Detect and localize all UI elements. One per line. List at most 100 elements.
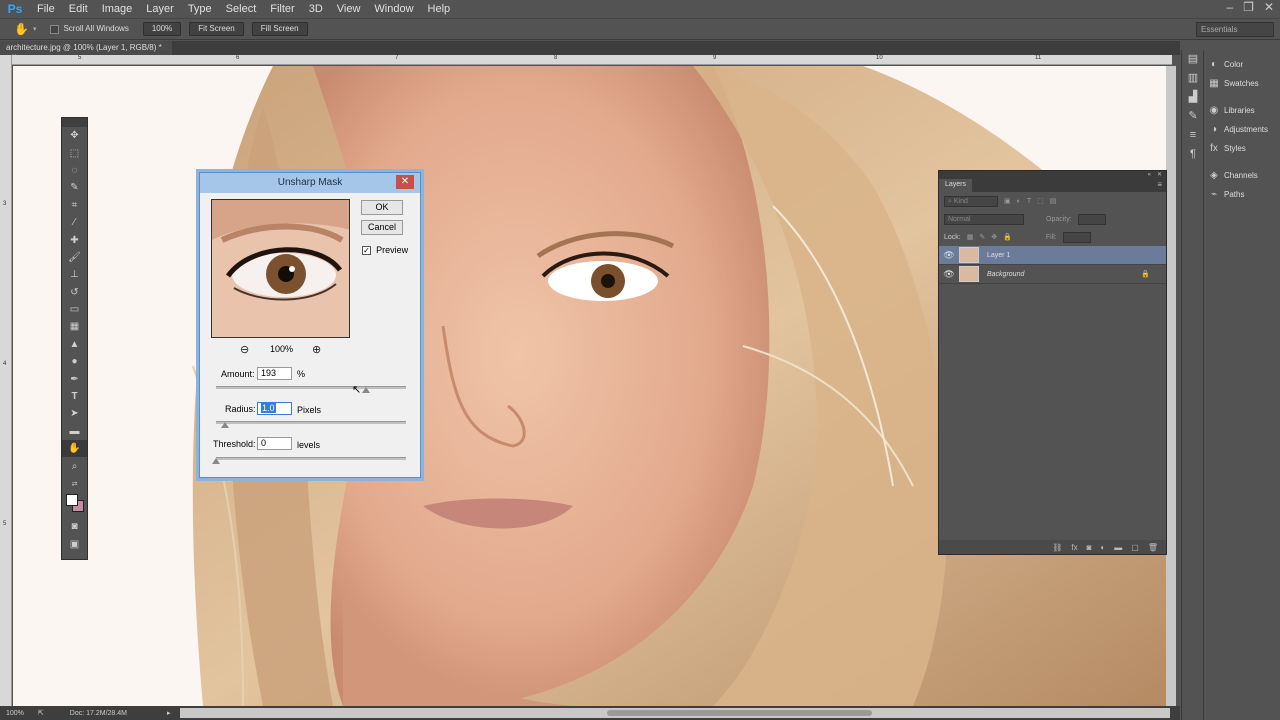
filter-adjustment-icon[interactable]: ◐ (1017, 198, 1021, 205)
dock-item-styles[interactable]: fx Styles (1204, 139, 1280, 158)
menu-select[interactable]: Select (219, 3, 264, 15)
amount-slider-track[interactable] (216, 386, 406, 389)
horizontal-scroll-thumb[interactable] (607, 710, 872, 716)
tab-layers[interactable]: Layers (939, 179, 973, 192)
link-layers-icon[interactable]: ⛓ (1052, 543, 1062, 552)
threshold-slider-thumb[interactable] (212, 458, 220, 464)
zoom-out-icon[interactable]: ⊖ (240, 343, 249, 356)
paragraph-panel-icon[interactable]: ¶ (1182, 145, 1204, 164)
quick-mask-icon[interactable]: ◙ (62, 518, 87, 535)
menu-file[interactable]: File (30, 3, 62, 15)
brush-tool-icon[interactable]: 🖌 (62, 249, 87, 266)
screen-mode-icon[interactable]: ▣ (62, 536, 87, 553)
histogram-panel-icon[interactable]: ▟ (1182, 88, 1204, 107)
layer-row-layer-1[interactable]: 👁 Layer 1 (939, 246, 1166, 265)
dialog-close-icon[interactable]: ✕ (396, 175, 414, 189)
fill-field[interactable] (1062, 231, 1091, 243)
zoom-tool-icon[interactable]: ⌕ (62, 457, 87, 474)
character-panel-icon[interactable]: ≡ (1182, 126, 1204, 145)
radius-slider-thumb[interactable] (221, 422, 229, 428)
menu-help[interactable]: Help (421, 3, 458, 15)
fill-screen-button[interactable]: Fill Screen (251, 22, 308, 36)
cancel-button[interactable]: Cancel (361, 220, 403, 235)
menu-filter[interactable]: Filter (263, 3, 301, 15)
eye-icon[interactable]: 👁 (939, 250, 959, 261)
lock-position-icon[interactable]: ✥ (991, 233, 997, 241)
clone-stamp-tool-icon[interactable]: ⊥ (62, 266, 87, 283)
blend-mode-select[interactable]: Normal (944, 213, 1024, 225)
menu-image[interactable]: Image (95, 3, 140, 15)
panel-menu-icon[interactable]: ≡ (1157, 180, 1162, 189)
lock-all-icon[interactable]: 🔒 (1003, 233, 1012, 241)
preview-checkbox[interactable]: ✓ Preview (362, 244, 408, 256)
foreground-color-swatch[interactable] (66, 494, 78, 507)
brush-panel-icon[interactable]: ✎ (1182, 107, 1204, 126)
radius-input[interactable]: 1.0 (257, 402, 292, 415)
tool-preset-chevron-icon[interactable]: ▾ (33, 25, 37, 33)
dock-item-swatches[interactable]: ▦ Swatches (1204, 74, 1280, 93)
amount-input[interactable]: 193 (257, 367, 292, 380)
eraser-tool-icon[interactable]: ▭ (62, 301, 87, 318)
new-group-icon[interactable]: ▬ (1114, 543, 1122, 552)
dock-item-adjustments[interactable]: ◑ Adjustments (1204, 120, 1280, 139)
filter-smart-icon[interactable]: ▤ (1050, 197, 1057, 205)
lasso-tool-icon[interactable]: ◌ (62, 162, 87, 179)
layer-style-icon[interactable]: fx (1071, 543, 1077, 552)
hand-tool-icon[interactable]: ✋ (62, 440, 87, 458)
dock-item-paths[interactable]: ⌁ Paths (1204, 185, 1280, 204)
ok-button[interactable]: OK (361, 200, 403, 215)
dock-item-color[interactable]: ◐ Color (1204, 55, 1280, 74)
collapse-panel-icon[interactable]: « (1148, 171, 1151, 179)
type-tool-icon[interactable]: T (62, 388, 87, 405)
crop-tool-icon[interactable]: ⌗ (62, 197, 87, 214)
color-swatches[interactable] (62, 492, 87, 518)
quick-select-tool-icon[interactable]: ✎ (62, 179, 87, 196)
dialog-title[interactable]: Unsharp Mask (200, 173, 420, 193)
workspace-select[interactable]: Essentials (1196, 22, 1274, 37)
pen-tool-icon[interactable]: ✒ (62, 370, 87, 387)
dock-item-libraries[interactable]: ◉ Libraries (1204, 101, 1280, 120)
menu-window[interactable]: Window (367, 3, 420, 15)
status-zoom[interactable]: 100% (6, 710, 24, 717)
dodge-tool-icon[interactable]: ● (62, 353, 87, 370)
radius-slider-track[interactable] (216, 421, 406, 424)
dock-item-channels[interactable]: ◈ Channels (1204, 166, 1280, 185)
eyedropper-tool-icon[interactable]: ⁄ (62, 214, 87, 231)
menu-layer[interactable]: Layer (139, 3, 181, 15)
amount-slider-thumb[interactable] (362, 387, 370, 393)
threshold-input[interactable]: 0 (257, 437, 292, 450)
path-selection-tool-icon[interactable]: ➤ (62, 405, 87, 422)
layer-row-background[interactable]: 👁 Background 🔒 (939, 265, 1166, 284)
menu-type[interactable]: Type (181, 3, 219, 15)
healing-brush-tool-icon[interactable]: ✚ (62, 231, 87, 248)
filter-type-icon[interactable]: T (1027, 198, 1031, 205)
history-brush-tool-icon[interactable]: ↺ (62, 284, 87, 301)
swap-colors-icon[interactable]: ⇄ (62, 475, 87, 492)
menu-3d[interactable]: 3D (302, 3, 330, 15)
lock-pixels-icon[interactable]: ✎ (979, 233, 985, 241)
export-icon[interactable]: ⇱ (38, 709, 44, 717)
document-tab[interactable]: architecture.jpg @ 100% (Layer 1, RGB/8)… (0, 41, 172, 61)
shape-tool-icon[interactable]: ▬ (62, 423, 87, 440)
menu-view[interactable]: View (330, 3, 368, 15)
restore-icon[interactable]: ❐ (1243, 0, 1254, 14)
blur-tool-icon[interactable]: ▲ (62, 336, 87, 353)
scroll-all-windows-checkbox[interactable]: Scroll All Windows (50, 24, 129, 34)
horizontal-scrollbar[interactable] (180, 708, 1170, 718)
move-tool-icon[interactable]: ✥ (62, 127, 87, 144)
vertical-scrollbar[interactable] (1166, 66, 1176, 706)
marquee-tool-icon[interactable]: ⬚ (62, 144, 87, 161)
close-window-icon[interactable]: ✕ (1264, 0, 1274, 14)
threshold-slider-track[interactable] (216, 457, 406, 460)
filter-pixel-icon[interactable]: ▣ (1004, 197, 1011, 205)
delete-layer-icon[interactable]: 🗑 (1148, 543, 1158, 552)
gradient-tool-icon[interactable]: ▦ (62, 318, 87, 335)
add-mask-icon[interactable]: ◙ (1087, 543, 1092, 552)
close-panel-icon[interactable]: ✕ (1157, 171, 1162, 179)
filter-shape-icon[interactable]: ⬚ (1037, 197, 1044, 205)
filter-preview[interactable] (211, 199, 350, 338)
zoom-in-icon[interactable]: ⊕ (312, 343, 321, 356)
adjustment-layer-icon[interactable]: ◐ (1100, 543, 1105, 552)
fit-screen-button[interactable]: Fit Screen (189, 22, 244, 36)
zoom-100-button[interactable]: 100% (142, 22, 182, 36)
